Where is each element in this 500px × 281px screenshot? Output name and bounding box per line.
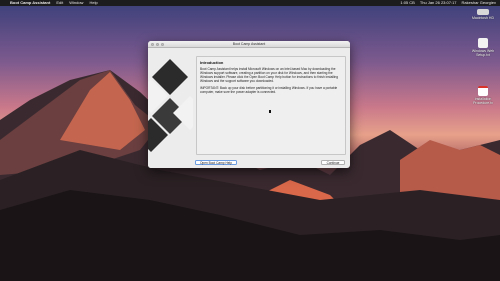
desktop-icon-label: Macintosh HD [472, 16, 494, 20]
content-box: Introduction Boot Camp Assistant helps i… [196, 56, 346, 155]
menu-app-name[interactable]: Boot Camp Assistant [10, 0, 50, 6]
menu-edit[interactable]: Edit [56, 0, 63, 6]
boot-camp-window: Boot Camp Assistant Introduction Boot Ca… [148, 41, 350, 168]
status-zoom[interactable]: 1:05 CB [400, 0, 414, 6]
minimize-button[interactable] [156, 43, 159, 46]
window-title: Boot Camp Assistant [232, 42, 266, 46]
status-user[interactable]: Rakeshar Georgiev [462, 0, 496, 6]
desktop-icon-label: Windows Web Setup.txt [471, 49, 495, 57]
intro-paragraph: Boot Camp Assistant helps install Micros… [200, 67, 339, 83]
hard-drive-icon [477, 9, 489, 15]
text-file-icon [478, 38, 488, 48]
menu-bar: Boot Camp Assistant Edit Window Help 1:0… [0, 0, 500, 6]
page-title: Introduction [200, 60, 224, 65]
zoom-button[interactable] [161, 43, 164, 46]
menu-help[interactable]: Help [89, 0, 97, 6]
desktop-icon-installation-procedure[interactable]: Installation Procedure.tx [468, 86, 498, 105]
status-clock[interactable]: Thu Jan 26 23:07:17 [420, 0, 457, 6]
menu-window[interactable]: Window [69, 0, 83, 6]
boot-camp-logo-icon [148, 59, 193, 152]
window-controls [151, 43, 164, 46]
window-titlebar[interactable]: Boot Camp Assistant [148, 41, 350, 48]
important-paragraph: IMPORTANT: Back up your disk before part… [200, 85, 338, 94]
close-button[interactable] [151, 43, 154, 46]
pdf-file-icon [478, 86, 488, 96]
side-pane [148, 48, 193, 168]
status-area: 1:05 CB Thu Jan 26 23:07:17 Rakeshar Geo… [400, 0, 496, 6]
desktop-icon-label: Installation Procedure.tx [473, 97, 493, 105]
window-footer: Open Boot Camp Help Continue [193, 158, 350, 168]
open-boot-camp-help-button[interactable]: Open Boot Camp Help [195, 160, 237, 165]
desktop-icon-macintosh-hd[interactable]: Macintosh HD [468, 9, 498, 20]
desktop-icon-windows-web-setup[interactable]: Windows Web Setup.txt [468, 38, 498, 57]
mouse-cursor-icon [269, 110, 271, 113]
continue-button[interactable]: Continue [321, 160, 345, 165]
